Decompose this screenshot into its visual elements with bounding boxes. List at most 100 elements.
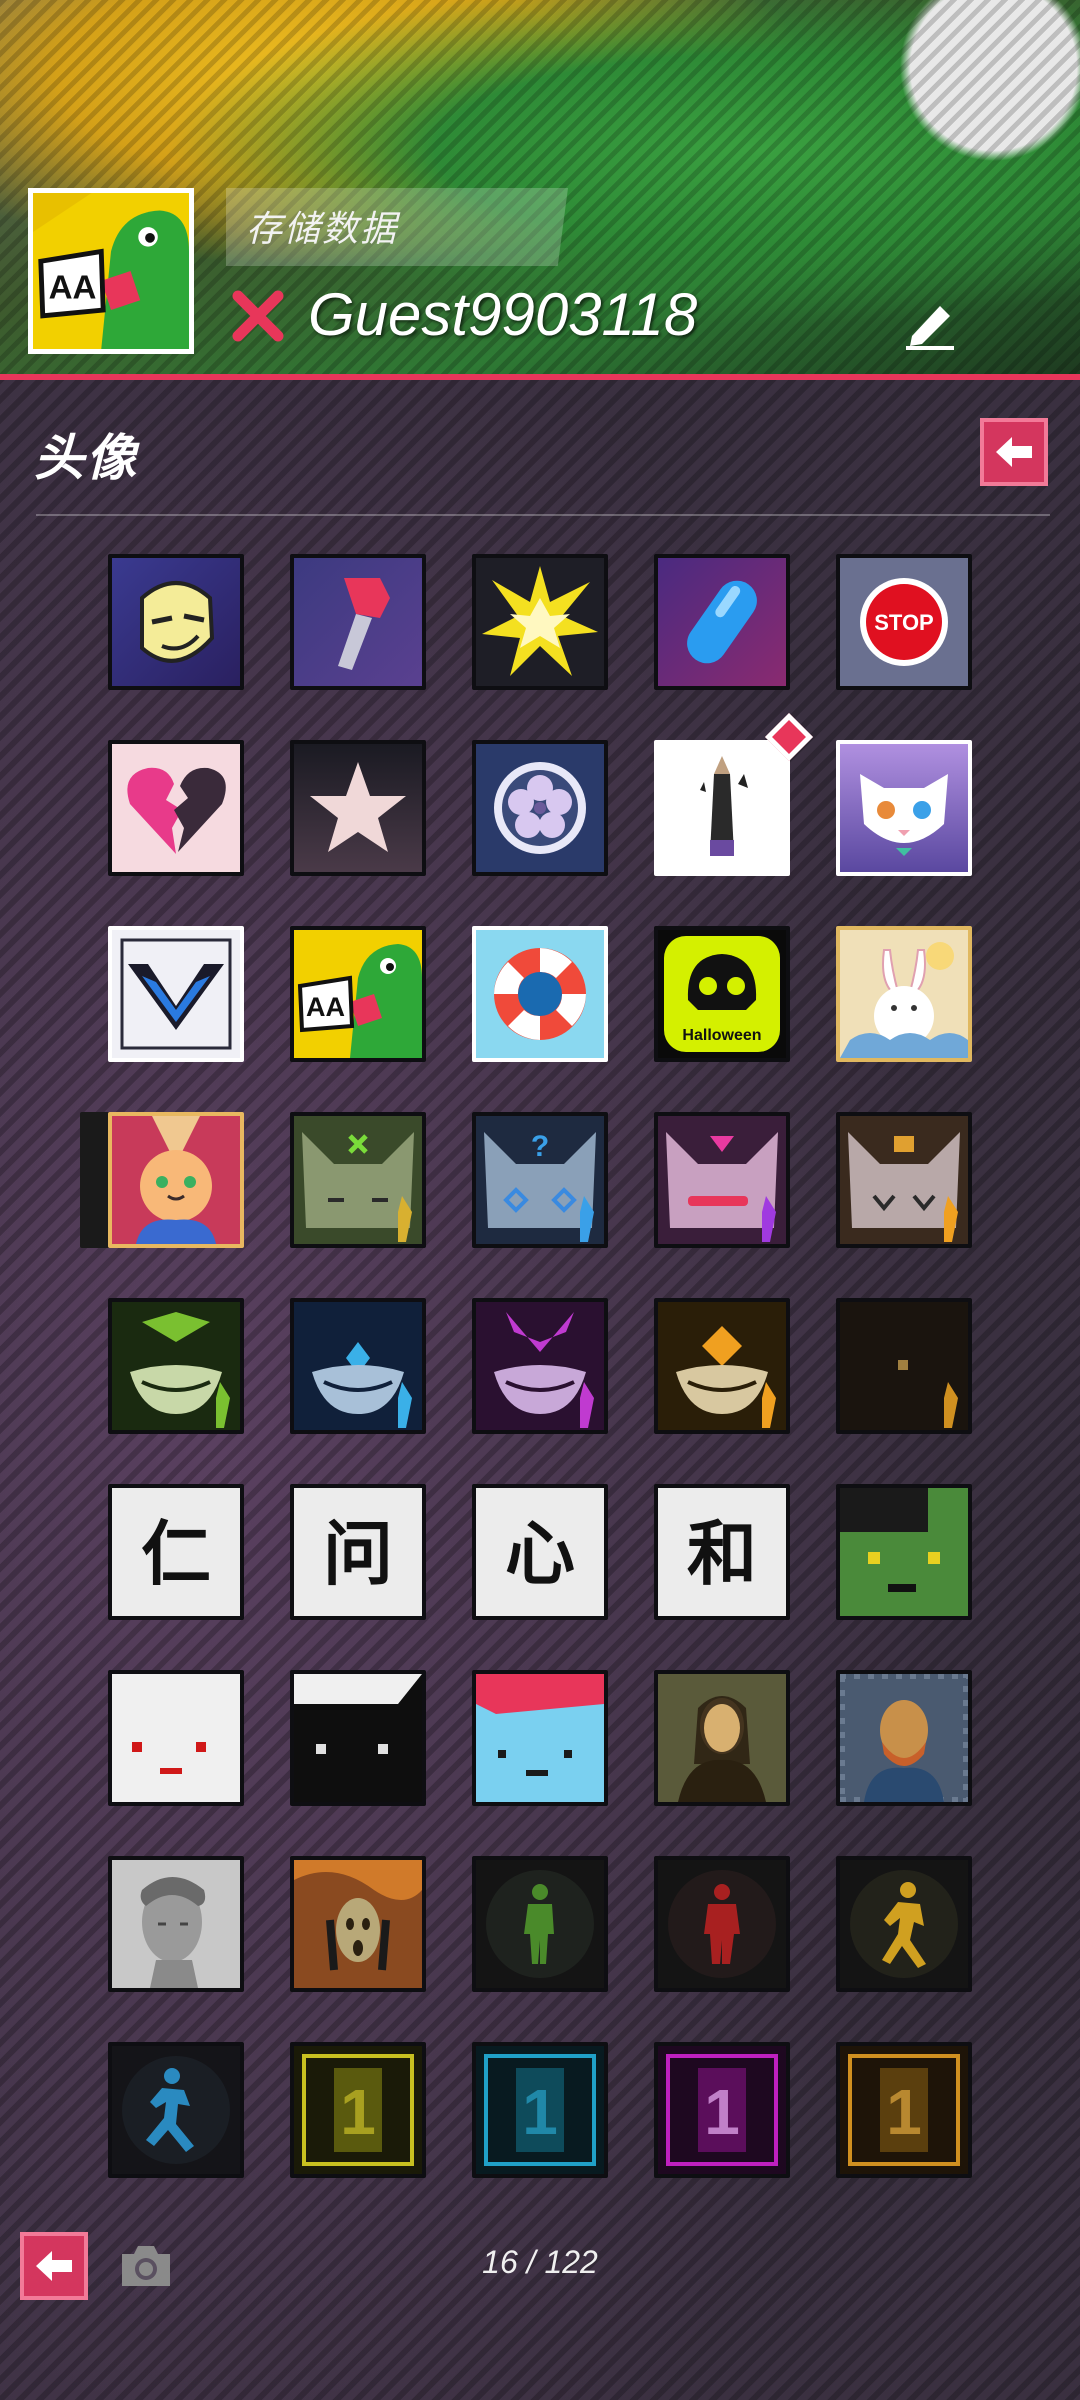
camera-icon[interactable] — [116, 2240, 176, 2292]
avatar-cell[interactable] — [654, 1856, 790, 1992]
avatar-cell[interactable] — [654, 1670, 790, 1806]
avatar-cell[interactable] — [654, 1112, 790, 1248]
avatar-cell[interactable] — [654, 740, 790, 876]
svg-text:AA: AA — [49, 269, 97, 306]
avatar-cell[interactable] — [836, 1298, 972, 1434]
red-stop-signal-icon — [658, 1860, 786, 1988]
avatar-cell[interactable] — [108, 554, 244, 690]
green-pixel-face-icon — [840, 1488, 968, 1616]
arrow-left-icon — [996, 437, 1032, 467]
avatar-cell[interactable] — [836, 1112, 972, 1248]
orange-rank-one-icon: 1 — [840, 2046, 968, 2174]
kanji-he-icon: 和 — [658, 1488, 786, 1616]
avatar-cell[interactable] — [472, 1670, 608, 1806]
page-indicator: 16 / 122 — [482, 2244, 598, 2280]
kanji-wen-icon: 问 — [294, 1488, 422, 1616]
avatar-cell[interactable]: ? — [472, 1112, 608, 1248]
avatar-cell[interactable]: Halloween — [654, 926, 790, 1062]
avatar-cell-selected[interactable] — [108, 1112, 244, 1248]
avatar-cell[interactable] — [108, 926, 244, 1062]
profile-header: AA 存储数据 Guest9903118 — [0, 0, 1080, 380]
avatar-cell[interactable]: 仁 — [108, 1484, 244, 1620]
pipe-icon — [294, 558, 422, 686]
avatar-cell[interactable] — [290, 1298, 426, 1434]
david-statue-icon — [112, 1860, 240, 1988]
avatar-cell[interactable] — [290, 1856, 426, 1992]
avatar-cell[interactable] — [108, 1670, 244, 1806]
svg-text:1: 1 — [704, 2076, 740, 2148]
kanji-xin-icon: 心 — [476, 1488, 604, 1616]
avatar-cell[interactable]: 心 — [472, 1484, 608, 1620]
black-pixel-face-icon — [294, 1674, 422, 1802]
avatar-cell[interactable] — [836, 1670, 972, 1806]
avatar-cell[interactable] — [472, 740, 608, 876]
avatar-cell[interactable] — [472, 554, 608, 690]
star-icon — [294, 744, 422, 872]
svg-text:1: 1 — [340, 2076, 376, 2148]
svg-text:1: 1 — [886, 2076, 922, 2148]
blue-pixel-face-icon — [476, 1674, 604, 1802]
divider — [36, 514, 1050, 516]
avatar-cell[interactable] — [108, 1856, 244, 1992]
back-button[interactable] — [980, 418, 1048, 486]
orange-cat-mask-icon — [840, 1116, 968, 1244]
avatar-cell[interactable] — [836, 1484, 972, 1620]
avatar-cell[interactable] — [472, 926, 608, 1062]
username: Guest9903118 — [308, 281, 698, 348]
avatar-cell[interactable] — [108, 740, 244, 876]
orange-grin-mask-icon — [658, 1302, 786, 1430]
avatar-cell[interactable] — [108, 1298, 244, 1434]
flower-crest-icon — [476, 744, 604, 872]
back-button-bottom[interactable] — [20, 2232, 88, 2300]
avatar-cell[interactable]: AA — [290, 926, 426, 1062]
section-title: 头像 — [34, 430, 138, 486]
avatar-cell[interactable]: 1 — [290, 2042, 426, 2178]
avatar-cell[interactable] — [654, 1298, 790, 1434]
avatar-cell[interactable] — [654, 554, 790, 690]
avatar-cell[interactable]: 和 — [654, 1484, 790, 1620]
the-scream-icon — [294, 1860, 422, 1988]
pencil-icon — [658, 744, 786, 872]
blue-rank-one-icon: 1 — [476, 2046, 604, 2174]
blue-grin-mask-icon — [294, 1302, 422, 1430]
edit-pencil-icon[interactable] — [900, 296, 960, 352]
halloween-skull-icon: Halloween — [658, 930, 786, 1058]
avatar-cell[interactable] — [290, 740, 426, 876]
avatar-cell[interactable] — [108, 2042, 244, 2178]
avatar-cell[interactable] — [836, 926, 972, 1062]
broken-heart-icon — [112, 744, 240, 872]
dinosaur-aa-icon: AA — [33, 193, 189, 349]
white-cat-icon — [840, 744, 968, 872]
avatar-cell[interactable] — [472, 1298, 608, 1434]
lifebuoy-icon — [476, 930, 604, 1058]
svg-text:AA: AA — [306, 992, 345, 1022]
explosion-icon — [476, 558, 604, 686]
yellow-running-signal-icon — [840, 1860, 968, 1988]
purple-grin-mask-icon — [476, 1302, 604, 1430]
current-avatar[interactable]: AA — [28, 188, 194, 354]
avatar-cell[interactable]: 1 — [472, 2042, 608, 2178]
svg-text:问: 问 — [323, 1512, 393, 1595]
avatar-cell[interactable] — [290, 1670, 426, 1806]
moon-face-icon — [112, 558, 240, 686]
green-cat-mask-icon — [294, 1116, 422, 1244]
avatar-cell[interactable] — [290, 1112, 426, 1248]
avatar-cell[interactable] — [290, 554, 426, 690]
avatar-cell[interactable]: STOP — [836, 554, 972, 690]
avatar-cell[interactable]: 1 — [836, 2042, 972, 2178]
avatar-cell[interactable]: 问 — [290, 1484, 426, 1620]
svg-text:1: 1 — [522, 2076, 558, 2148]
svg-text:Halloween: Halloween — [682, 1027, 761, 1044]
dinosaur-aa-icon: AA — [294, 930, 422, 1058]
white-pixel-face-icon — [112, 1674, 240, 1802]
green-grin-mask-icon — [112, 1302, 240, 1430]
avatar-cell[interactable] — [836, 1856, 972, 1992]
avatar-cell[interactable] — [836, 740, 972, 876]
avatar-cell[interactable] — [472, 1856, 608, 1992]
capsule-pill-icon — [658, 558, 786, 686]
green-walk-signal-icon — [476, 1860, 604, 1988]
unlinked-x-icon — [232, 290, 284, 342]
yellow-rank-one-icon: 1 — [294, 2046, 422, 2174]
save-data-label[interactable]: 存储数据 — [246, 200, 398, 252]
avatar-cell[interactable]: 1 — [654, 2042, 790, 2178]
